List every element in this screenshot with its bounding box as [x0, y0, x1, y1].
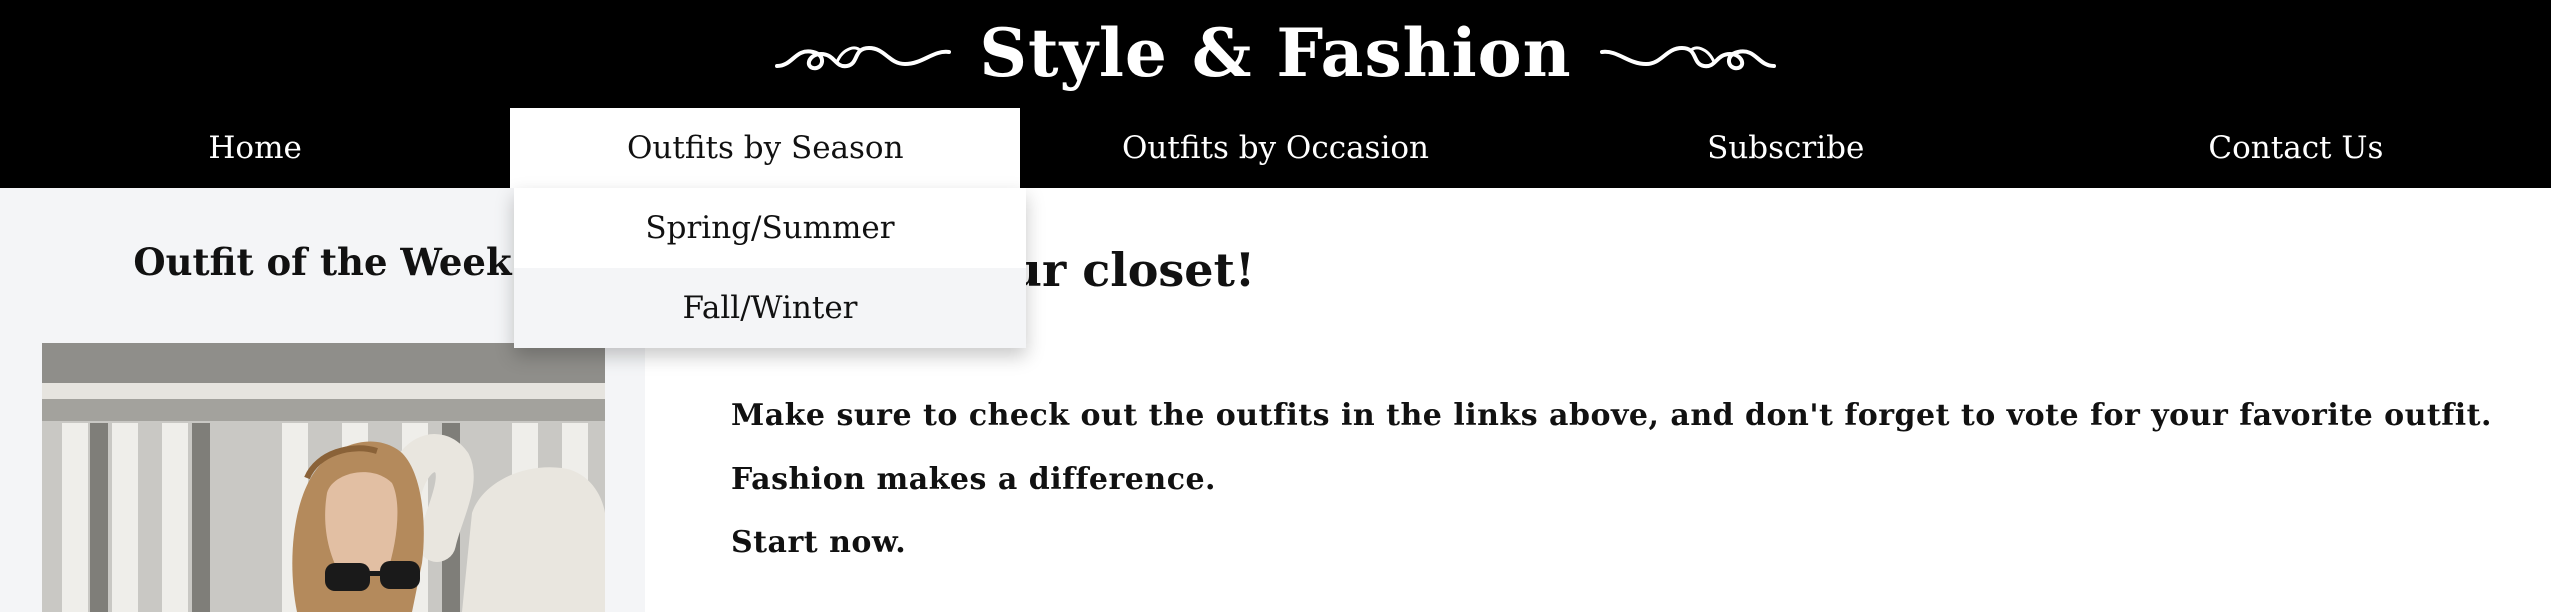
dropdown-item-fall-winter[interactable]: Fall/Winter	[514, 268, 1026, 348]
intro-text-line-2: Fashion makes a difference.	[731, 462, 1217, 497]
left-flourish-icon	[775, 45, 952, 71]
outfit-photo[interactable]	[42, 343, 605, 612]
dropdown-item-spring-summer[interactable]: Spring/Summer	[514, 188, 1026, 268]
season-dropdown-menu: Spring/Summer Fall/Winter	[514, 188, 1026, 348]
main-nav: Home Outfits by Season Outfits by Occasi…	[0, 108, 2551, 188]
nav-outfits-by-occasion[interactable]: Outfits by Occasion	[1020, 108, 1530, 188]
nav-contact-us[interactable]: Contact Us	[2041, 108, 2551, 188]
nav-outfits-by-season[interactable]: Outfits by Season	[510, 108, 1021, 188]
intro-text-line-3: Start now.	[731, 525, 907, 560]
intro-text-line-1: Make sure to check out the outfits in th…	[731, 398, 2492, 433]
site-title: Style & Fashion	[979, 14, 1572, 92]
nav-subscribe[interactable]: Subscribe	[1531, 108, 2041, 188]
nav-home[interactable]: Home	[0, 108, 510, 188]
site-header: Style & Fashion Home Outfits by Season O…	[0, 0, 2551, 188]
right-flourish-icon	[1599, 45, 1776, 71]
brand: Style & Fashion	[0, 0, 2551, 106]
